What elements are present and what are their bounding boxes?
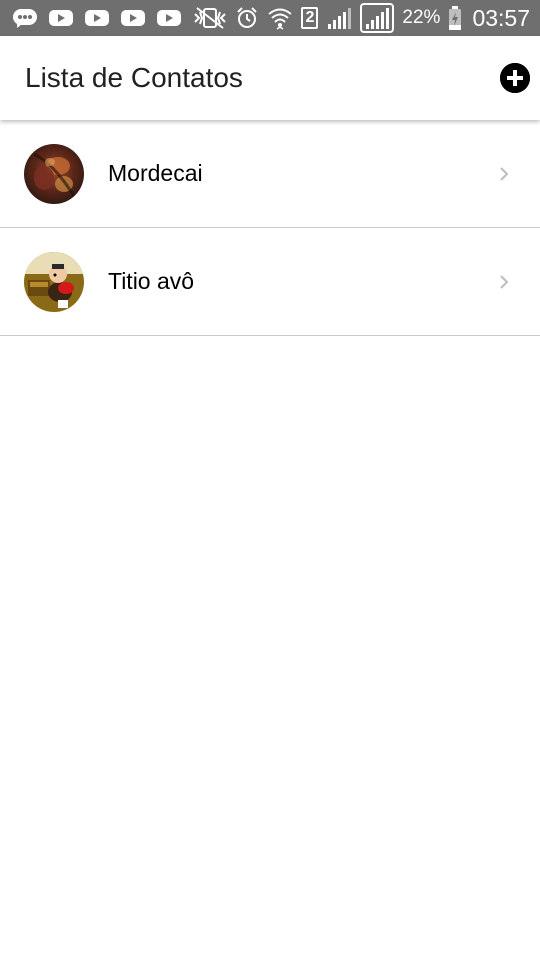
sim-2-icon: 2 <box>301 7 319 29</box>
battery-charging-icon <box>448 5 462 31</box>
contact-row-titio-avo[interactable]: Titio avô <box>0 228 540 336</box>
youtube-icon <box>120 8 146 28</box>
contact-name: Mordecai <box>108 160 203 186</box>
battery-percent: 22% <box>402 7 441 28</box>
contact-list: Mordecai Titio avô <box>0 120 540 336</box>
page-title: Lista de Contatos <box>25 62 243 93</box>
clock: 03:57 <box>472 4 530 31</box>
app-bar: Lista de Contatos <box>0 36 540 120</box>
status-bar: 2 22% 03:57 <box>0 0 540 36</box>
youtube-icon <box>156 8 182 28</box>
system-icons: 2 22% 03:57 <box>193 3 530 33</box>
chevron-right-icon <box>498 165 510 183</box>
add-contact-button[interactable] <box>500 63 530 93</box>
avatar <box>24 143 84 204</box>
signal-icon <box>326 6 352 30</box>
add-circle-icon <box>500 63 530 93</box>
avatar <box>24 251 84 312</box>
alarm-icon <box>235 6 259 30</box>
vibrate-mute-icon <box>193 6 227 30</box>
wifi-icon <box>267 5 293 31</box>
notification-icons <box>12 7 182 29</box>
signal-icon <box>360 3 395 33</box>
contact-name: Titio avô <box>108 268 195 294</box>
chat-bubble-icon <box>12 7 38 29</box>
youtube-icon <box>84 8 110 28</box>
youtube-icon <box>48 8 74 28</box>
chevron-right-icon <box>498 273 510 291</box>
contact-row-mordecai[interactable]: Mordecai <box>0 120 540 228</box>
